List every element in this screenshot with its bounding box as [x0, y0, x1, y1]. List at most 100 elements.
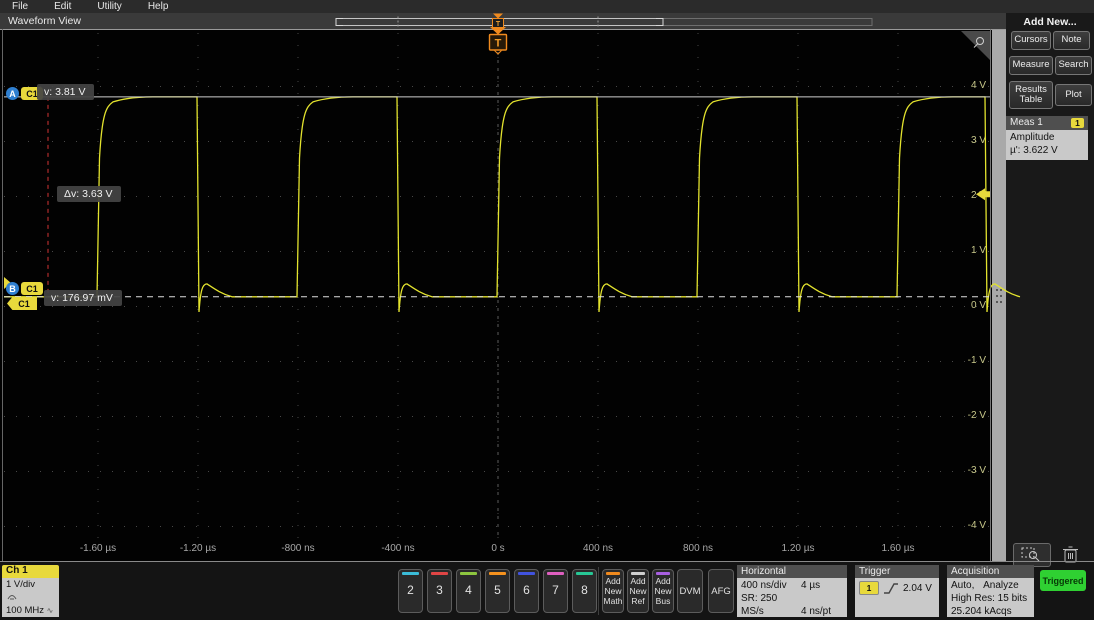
channel-5-color-strip — [489, 572, 506, 575]
y-label-n3v: -3 V — [946, 465, 986, 476]
y-label-1v: 1 V — [946, 245, 986, 256]
oscilloscope-app: File Edit Utility Help Waveform View — [0, 0, 1094, 620]
meas1-header[interactable]: Meas 1 1 — [1006, 116, 1088, 130]
channel-6-color-strip — [518, 572, 535, 575]
note-button[interactable]: Note — [1053, 31, 1090, 50]
cursors-button[interactable]: Cursors — [1011, 31, 1051, 50]
channel-8-button[interactable]: 8 — [572, 569, 597, 613]
dvm-button[interactable]: DVM — [677, 569, 703, 613]
menu-utility[interactable]: Utility — [97, 1, 121, 12]
graticule-area[interactable] — [0, 29, 1006, 562]
acq-mode: Auto, — [951, 580, 974, 591]
zoom-box-icon — [1014, 544, 1048, 564]
channel-8-color-strip — [576, 572, 593, 575]
add-new-header: Add New... — [1006, 16, 1094, 28]
x-label-8: 1.60 µs — [866, 543, 930, 554]
x-label-6: 800 ns — [666, 543, 730, 554]
triggered-status: Triggered — [1040, 570, 1086, 591]
add-new-math-button[interactable]: Add New Math — [602, 569, 624, 613]
view-title: Waveform View — [8, 15, 81, 27]
panel-splitter[interactable] — [992, 29, 1006, 562]
channel-3-button[interactable]: 3 — [427, 569, 452, 613]
plot-button[interactable]: Plot — [1055, 84, 1092, 106]
search-button[interactable]: Search — [1055, 56, 1092, 75]
trigger-panel-header[interactable]: Trigger — [855, 565, 939, 578]
delete-button[interactable] — [1058, 543, 1084, 565]
channel-2-color-strip — [402, 572, 419, 575]
channel-4-button[interactable]: 4 — [456, 569, 481, 613]
channel-7-color-strip — [547, 572, 564, 575]
bandwidth-limit-icon: ∿ — [47, 606, 54, 615]
acquisition-panel-header[interactable]: Acquisition — [947, 565, 1034, 578]
channel-1-settings[interactable]: 1 V/div 100 MHz ∿ — [2, 578, 59, 617]
rising-edge-icon — [883, 582, 899, 595]
ch1-coupling-row — [6, 591, 59, 605]
meas1-title: Meas 1 — [1010, 117, 1043, 128]
horizontal-panel[interactable]: 400 ns/div4 µs SR: 250 MS/s4 ns/pt RL: 1… — [737, 578, 847, 617]
y-label-n4v: -4 V — [946, 520, 986, 531]
horizontal-scale: 400 ns/div — [741, 579, 801, 592]
cursor-b-source-badge[interactable]: C1 — [21, 282, 43, 295]
cursor-a-readout: v: 3.81 V — [37, 84, 94, 100]
x-label-4: 0 s — [466, 543, 530, 554]
meas1-source-badge: 1 — [1071, 118, 1084, 128]
afg-button[interactable]: AFG — [708, 569, 734, 613]
trash-icon — [1058, 543, 1084, 565]
add-new-bus-button[interactable]: Add New Bus — [652, 569, 674, 613]
meas1-value: µ': 3.622 V — [1010, 144, 1088, 157]
acq-count: 25.204 kAcqs — [951, 605, 1034, 618]
acq-analyze: Analyze — [983, 580, 1019, 591]
sample-resolution: 4 ns/pt — [801, 606, 831, 617]
y-label-3v: 3 V — [946, 135, 986, 146]
acquisition-panel[interactable]: Auto, Analyze High Res: 15 bits 25.204 k… — [947, 578, 1034, 617]
cursor-a-badge[interactable]: A — [6, 87, 19, 100]
cursor-delta-readout: Δv: 3.63 V — [57, 186, 121, 202]
meas1-name: Amplitude — [1010, 131, 1088, 144]
channel-5-button[interactable]: 5 — [485, 569, 510, 613]
ch1-scale: 1 V/div — [6, 579, 59, 591]
zoom-box-button[interactable] — [1013, 543, 1051, 567]
menu-edit[interactable]: Edit — [54, 1, 71, 12]
channel-4-color-strip — [460, 572, 477, 575]
menu-file[interactable]: File — [12, 1, 28, 12]
trigger-panel[interactable]: 1 2.04 V — [855, 578, 939, 617]
meas1-body[interactable]: Amplitude µ': 3.622 V — [1006, 130, 1088, 160]
probe-coupling-icon — [6, 591, 18, 601]
add-new-ref-button[interactable]: Add New Ref — [627, 569, 649, 613]
ch1-bandwidth-row: 100 MHz ∿ — [6, 605, 59, 617]
y-label-0v: 0 V — [946, 300, 986, 311]
cursor-b-badge[interactable]: B — [6, 282, 19, 295]
channel-ground-tag[interactable]: C1 — [7, 297, 37, 310]
menu-bar: File Edit Utility Help — [0, 0, 1094, 14]
y-label-4v: 4 V — [946, 80, 986, 91]
cursor-b-readout: v: 176.97 mV — [44, 290, 122, 306]
trigger-source-badge: 1 — [859, 581, 879, 595]
y-label-n1v: -1 V — [946, 355, 986, 366]
waveform-view-titlebar — [0, 13, 1006, 29]
menu-help[interactable]: Help — [148, 1, 169, 12]
y-label-2v: 2 V — [946, 190, 986, 201]
ch1-bandwidth: 100 MHz — [6, 605, 44, 616]
channel-3-color-strip — [431, 572, 448, 575]
x-label-1: -1.20 µs — [166, 543, 230, 554]
x-label-5: 400 ns — [566, 543, 630, 554]
channel-1-badge[interactable]: Ch 1 — [2, 565, 59, 578]
channel-2-button[interactable]: 2 — [398, 569, 423, 613]
bus-color-strip — [656, 572, 670, 575]
x-label-7: 1.20 µs — [766, 543, 830, 554]
horizontal-panel-header[interactable]: Horizontal — [737, 565, 847, 578]
measure-button[interactable]: Measure — [1009, 56, 1053, 75]
horizontal-window: 4 µs — [801, 580, 820, 591]
toolbar-separator — [598, 567, 599, 615]
x-label-0: -1.60 µs — [66, 543, 130, 554]
x-label-2: -800 ns — [266, 543, 330, 554]
math-color-strip — [606, 572, 620, 575]
channel-6-button[interactable]: 6 — [514, 569, 539, 613]
results-table-button[interactable]: Results Table — [1009, 81, 1053, 109]
sample-rate: SR: 250 MS/s — [741, 592, 801, 618]
x-label-3: -400 ns — [366, 543, 430, 554]
channel-7-button[interactable]: 7 — [543, 569, 568, 613]
trigger-level: 2.04 V — [903, 582, 932, 595]
ref-color-strip — [631, 572, 645, 575]
y-label-n2v: -2 V — [946, 410, 986, 421]
